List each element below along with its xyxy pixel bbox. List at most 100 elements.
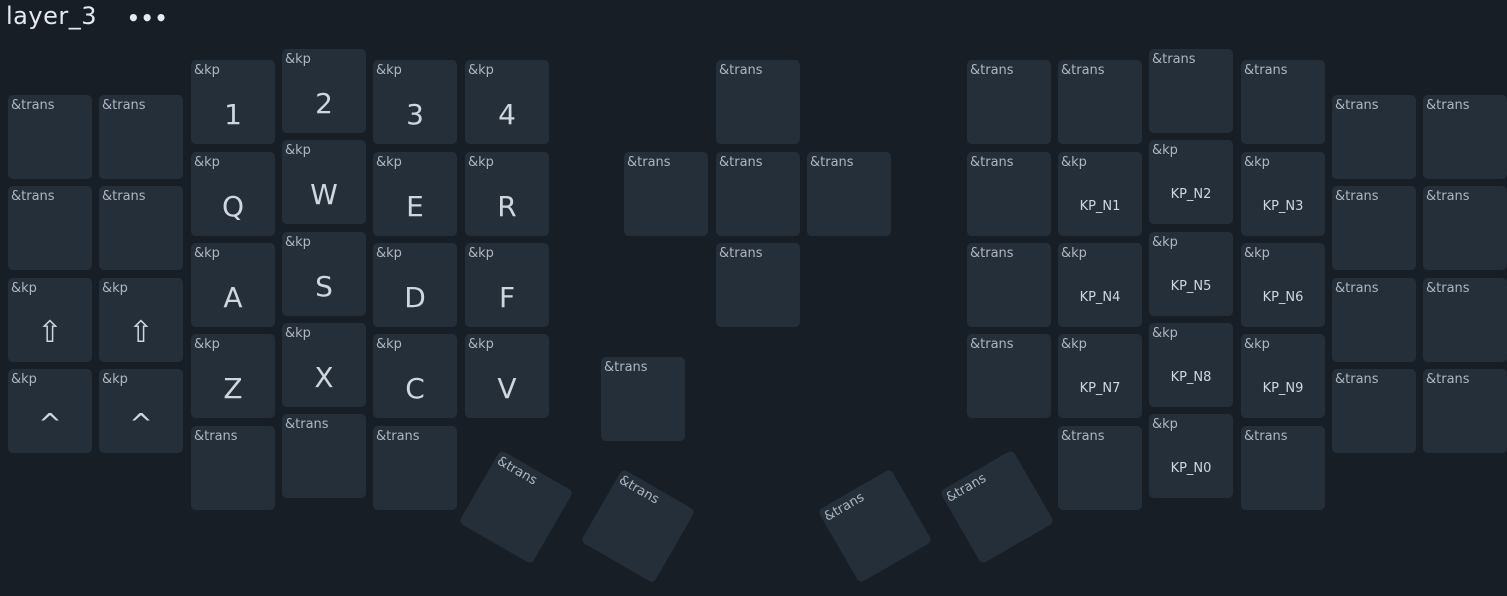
key-m2[interactable]: &trans bbox=[716, 152, 800, 236]
key-r1[interactable]: &trans bbox=[1058, 60, 1142, 144]
key-legend: ^ bbox=[129, 406, 153, 440]
key-legend: Z bbox=[223, 371, 243, 405]
key-legend: KP_N1 bbox=[1079, 198, 1121, 214]
key-r23[interactable]: &trans bbox=[1423, 369, 1507, 453]
key-m1[interactable]: &trans bbox=[624, 152, 708, 236]
key-behavior-label: &trans bbox=[616, 472, 662, 508]
key-r19[interactable]: &kp KP_N7 bbox=[1058, 334, 1142, 418]
key-l18[interactable]: &kp ^ bbox=[8, 369, 92, 453]
key-r2[interactable]: &trans bbox=[1149, 49, 1233, 133]
more-options-icon[interactable]: ••• bbox=[127, 6, 168, 30]
key-l1[interactable]: &trans bbox=[99, 95, 183, 179]
key-l12[interactable]: &kp ⇧ bbox=[8, 278, 92, 362]
key-r11[interactable]: &trans bbox=[1423, 186, 1507, 270]
key-behavior-label: &kp bbox=[1152, 235, 1178, 250]
key-rt0[interactable]: &trans bbox=[817, 468, 933, 584]
key-l19[interactable]: &kp ^ bbox=[99, 369, 183, 453]
key-legend: V bbox=[497, 371, 517, 405]
key-l20[interactable]: &kp Z bbox=[191, 334, 275, 418]
key-r17[interactable]: &trans bbox=[1423, 278, 1507, 362]
key-behavior-label: &kp bbox=[194, 246, 220, 261]
key-l5[interactable]: &kp 4 bbox=[465, 60, 549, 144]
key-l24[interactable]: &trans bbox=[191, 426, 275, 510]
key-r3[interactable]: &trans bbox=[1241, 60, 1325, 144]
key-behavior-label: &kp bbox=[376, 155, 402, 170]
key-behavior-label: &trans bbox=[1335, 372, 1379, 387]
key-behavior-label: &trans bbox=[376, 429, 420, 444]
key-l21[interactable]: &kp X bbox=[282, 323, 366, 407]
key-legend: X bbox=[314, 360, 334, 394]
key-lt1[interactable]: &trans bbox=[580, 468, 696, 584]
key-r4[interactable]: &trans bbox=[1332, 95, 1416, 179]
key-r12[interactable]: &trans bbox=[967, 243, 1051, 327]
key-behavior-label: &kp bbox=[102, 281, 128, 296]
key-behavior-label: &trans bbox=[11, 98, 55, 113]
key-l17[interactable]: &kp F bbox=[465, 243, 549, 327]
key-legend: W bbox=[310, 177, 338, 211]
key-behavior-label: &trans bbox=[1244, 63, 1288, 78]
key-l26[interactable]: &trans bbox=[373, 426, 457, 510]
key-r8[interactable]: &kp KP_N2 bbox=[1149, 140, 1233, 224]
key-r5[interactable]: &trans bbox=[1423, 95, 1507, 179]
key-r15[interactable]: &kp KP_N6 bbox=[1241, 243, 1325, 327]
key-behavior-label: &kp bbox=[285, 326, 311, 341]
key-l15[interactable]: &kp S bbox=[282, 232, 366, 316]
key-r25[interactable]: &kp KP_N0 bbox=[1149, 414, 1233, 498]
key-l0[interactable]: &trans bbox=[8, 95, 92, 179]
key-r24[interactable]: &trans bbox=[1058, 426, 1142, 510]
key-legend: A bbox=[223, 280, 243, 314]
key-r16[interactable]: &trans bbox=[1332, 278, 1416, 362]
key-legend: KP_N0 bbox=[1170, 460, 1212, 476]
key-behavior-label: &kp bbox=[468, 63, 494, 78]
key-r0[interactable]: &trans bbox=[967, 60, 1051, 144]
key-r6[interactable]: &trans bbox=[967, 152, 1051, 236]
key-behavior-label: &trans bbox=[627, 155, 671, 170]
key-l8[interactable]: &kp Q bbox=[191, 152, 275, 236]
key-m4[interactable]: &trans bbox=[716, 243, 800, 327]
key-l2[interactable]: &kp 1 bbox=[191, 60, 275, 144]
key-behavior-label: &trans bbox=[1152, 52, 1196, 67]
key-l11[interactable]: &kp R bbox=[465, 152, 549, 236]
key-r14[interactable]: &kp KP_N5 bbox=[1149, 232, 1233, 316]
key-behavior-label: &trans bbox=[1426, 281, 1470, 296]
key-l9[interactable]: &kp W bbox=[282, 140, 366, 224]
key-legend: E bbox=[406, 189, 424, 223]
key-l10[interactable]: &kp E bbox=[373, 152, 457, 236]
key-lt0[interactable]: &trans bbox=[458, 449, 574, 565]
key-r20[interactable]: &kp KP_N8 bbox=[1149, 323, 1233, 407]
key-behavior-label: &kp bbox=[1152, 417, 1178, 432]
key-l14[interactable]: &kp A bbox=[191, 243, 275, 327]
key-r22[interactable]: &trans bbox=[1332, 369, 1416, 453]
key-l22[interactable]: &kp C bbox=[373, 334, 457, 418]
key-l3[interactable]: &kp 2 bbox=[282, 49, 366, 133]
key-r7[interactable]: &kp KP_N1 bbox=[1058, 152, 1142, 236]
key-r21[interactable]: &kp KP_N9 bbox=[1241, 334, 1325, 418]
key-l23[interactable]: &kp V bbox=[465, 334, 549, 418]
key-l6[interactable]: &trans bbox=[8, 186, 92, 270]
key-l16[interactable]: &kp D bbox=[373, 243, 457, 327]
key-legend: 4 bbox=[498, 97, 516, 131]
key-behavior-label: &kp bbox=[376, 246, 402, 261]
key-l4[interactable]: &kp 3 bbox=[373, 60, 457, 144]
key-behavior-label: &kp bbox=[285, 52, 311, 67]
key-rt1[interactable]: &trans bbox=[939, 449, 1055, 565]
key-behavior-label: &trans bbox=[285, 417, 329, 432]
key-behavior-label: &trans bbox=[1335, 281, 1379, 296]
key-r13[interactable]: &kp KP_N4 bbox=[1058, 243, 1142, 327]
key-l25[interactable]: &trans bbox=[282, 414, 366, 498]
key-r9[interactable]: &kp KP_N3 bbox=[1241, 152, 1325, 236]
key-m0[interactable]: &trans bbox=[716, 60, 800, 144]
key-behavior-label: &kp bbox=[11, 372, 37, 387]
key-m5[interactable]: &trans bbox=[601, 357, 685, 441]
key-behavior-label: &kp bbox=[1152, 326, 1178, 341]
key-behavior-label: &trans bbox=[719, 63, 763, 78]
key-l13[interactable]: &kp ⇧ bbox=[99, 278, 183, 362]
key-m3[interactable]: &trans bbox=[807, 152, 891, 236]
key-behavior-label: &kp bbox=[376, 337, 402, 352]
key-r18[interactable]: &trans bbox=[967, 334, 1051, 418]
key-behavior-label: &kp bbox=[11, 281, 37, 296]
key-r10[interactable]: &trans bbox=[1332, 186, 1416, 270]
key-r26[interactable]: &trans bbox=[1241, 426, 1325, 510]
key-l7[interactable]: &trans bbox=[99, 186, 183, 270]
key-behavior-label: &kp bbox=[102, 372, 128, 387]
